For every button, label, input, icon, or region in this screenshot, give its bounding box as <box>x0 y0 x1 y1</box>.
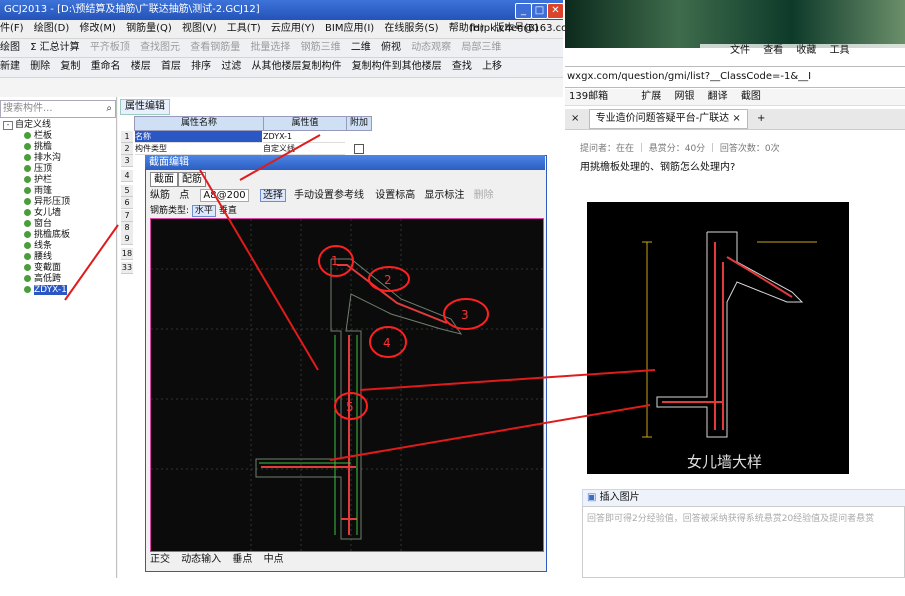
annotation-arrows <box>64 134 656 461</box>
red-arrow-lines <box>64 134 656 461</box>
bottom-strip <box>0 578 905 596</box>
